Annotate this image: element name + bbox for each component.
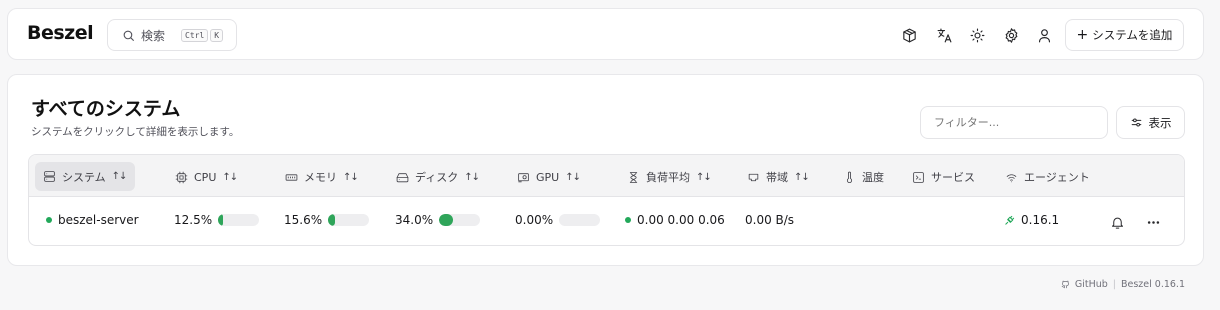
package-icon[interactable] [898,24,920,46]
kbd-k: K [210,28,224,42]
column-label: エージェント [1024,171,1090,184]
search-icon [123,30,134,41]
column-header-bandwidth[interactable]: 帯域 ↑↓ [747,166,810,188]
sort-icon: ↑↓ [464,171,480,183]
column-label: CPU [194,170,217,184]
gpu-value: 0.00% [515,213,554,227]
memory-meter-fill [328,214,335,226]
cpu-cell: 12.5% [174,213,260,227]
agent-version: 0.16.1 [1021,213,1060,227]
column-label: サービス [931,171,975,184]
user-icon[interactable] [1033,24,1055,46]
load-cell: 0.00 0.00 0.06 [625,213,725,227]
footer: GitHub | Beszel 0.16.1 [1061,279,1185,290]
bell-icon[interactable] [1107,212,1127,232]
column-label: システム [62,170,106,184]
more-options-icon[interactable] [1143,212,1163,232]
thermometer-icon [846,171,853,183]
sort-icon: ↑↓ [343,171,359,183]
system-name: beszel-server [58,213,139,227]
footer-divider: | [1112,279,1116,290]
memory-icon [285,173,298,181]
sliders-icon [1131,118,1141,127]
column-header-load[interactable]: 負荷平均 ↑↓ [627,166,712,188]
plus-icon: + [1076,27,1089,43]
column-header-gpu[interactable]: GPU ↑↓ [517,166,581,188]
filter-input[interactable] [920,106,1108,139]
search-shortcut: Ctrl K [181,28,224,42]
cpu-value: 12.5% [174,213,213,227]
hard-drive-icon [396,172,409,182]
cpu-icon [175,171,188,183]
column-label: メモリ [304,171,337,184]
bandwidth-value: 0.00 B/s [745,213,795,227]
gpu-cell: 0.00% [515,213,601,227]
sort-icon: ↑↓ [565,171,581,183]
ethernet-icon [748,173,759,181]
column-label: GPU [536,170,560,184]
plug-icon [1005,215,1015,225]
add-system-button[interactable]: + システムを追加 [1065,19,1184,51]
memory-meter [328,214,370,226]
agent-cell: 0.16.1 [1004,213,1059,227]
load-status-dot [625,217,631,223]
search-label: 検索 [141,28,166,43]
column-header-disk[interactable]: ディスク ↑↓ [396,166,480,188]
system-name-cell[interactable]: beszel-server [46,213,139,227]
wifi-icon [1006,173,1017,182]
page-title: すべてのシステム [31,98,181,120]
systems-table: システム ↑↓ CPU ↑↓ メモリ ↑↓ ディスク ↑↓ GPU ↑↓ 負荷平… [28,154,1185,246]
gpu-meter [559,214,601,226]
systems-card: すべてのシステム システムをクリックして詳細を表示します。 表示 システム ↑↓… [7,74,1204,266]
view-options-button[interactable]: 表示 [1116,106,1185,139]
column-header-temp[interactable]: 温度 [843,166,884,188]
hourglass-icon [629,171,638,183]
column-label: ディスク [415,171,459,184]
server-icon [44,171,55,182]
column-label: 帯域 [766,171,788,184]
top-navbar: Beszel 検索 Ctrl K + システムを追加 [7,8,1204,60]
sort-icon: ↑↓ [696,171,712,183]
table-header: システム ↑↓ CPU ↑↓ メモリ ↑↓ ディスク ↑↓ GPU ↑↓ 負荷平… [29,155,1184,197]
column-header-memory[interactable]: メモリ ↑↓ [285,166,359,188]
sort-icon: ↑↓ [794,171,810,183]
status-dot [46,217,52,223]
kbd-ctrl: Ctrl [181,28,209,42]
memory-cell: 15.6% [284,213,370,227]
add-system-label: システムを追加 [1092,28,1173,42]
view-label: 表示 [1148,115,1172,130]
disk-meter-fill [439,214,454,226]
disk-cell: 34.0% [395,213,481,227]
table-row[interactable]: beszel-server 12.5% 15.6% 34.0% 0.00% 0.… [29,197,1184,245]
column-label: 温度 [862,171,884,184]
memory-value: 15.6% [284,213,323,227]
load-value: 0.00 0.00 0.06 [637,213,725,227]
column-label: 負荷平均 [646,171,690,184]
column-header-system[interactable]: システム ↑↓ [35,162,136,191]
page-subtitle: システムをクリックして詳細を表示します。 [31,126,240,138]
sort-icon: ↑↓ [111,171,128,182]
search-button[interactable]: 検索 Ctrl K [107,19,237,51]
column-header-agent[interactable]: エージェント [1005,166,1090,188]
settings-gear-icon[interactable] [1000,24,1022,46]
gpu-icon [518,172,529,182]
app-logo[interactable]: Beszel [27,22,94,44]
theme-sun-icon[interactable] [966,24,988,46]
github-icon [1061,280,1069,289]
bandwidth-cell: 0.00 B/s [745,213,794,227]
cpu-meter-fill [218,214,224,226]
sort-icon: ↑↓ [222,171,238,183]
cpu-meter [218,214,260,226]
translate-icon[interactable] [933,24,955,46]
column-header-cpu[interactable]: CPU ↑↓ [175,166,238,188]
column-header-services[interactable]: サービス [912,166,975,188]
disk-value: 34.0% [395,213,434,227]
version-link[interactable]: Beszel 0.16.1 [1121,279,1185,290]
disk-meter [439,214,481,226]
github-link[interactable]: GitHub [1075,279,1108,290]
terminal-square-icon [913,171,924,183]
